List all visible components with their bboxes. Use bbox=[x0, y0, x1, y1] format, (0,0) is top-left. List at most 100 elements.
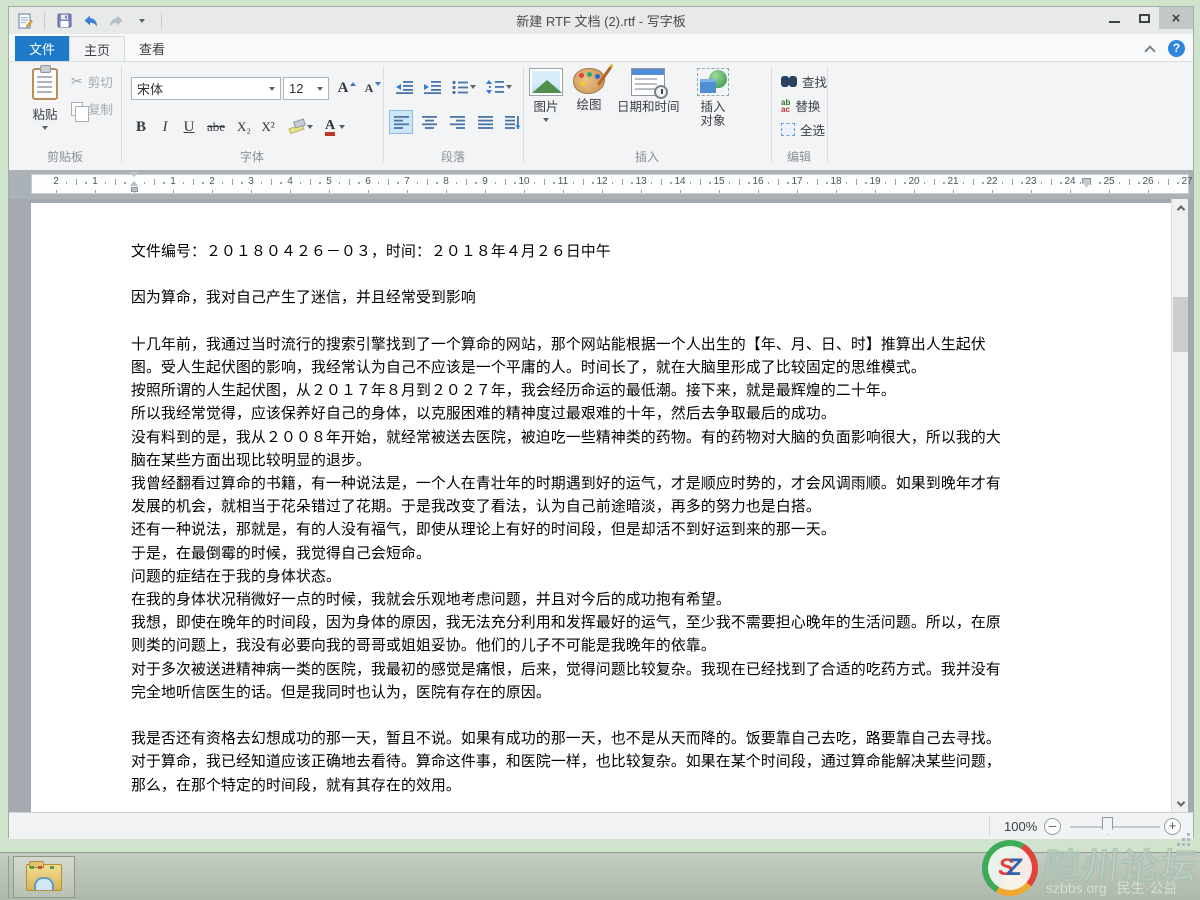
start-button-edge[interactable] bbox=[0, 856, 9, 898]
document-line[interactable]: 我想，即使在晚年的时间段，因为身体的原因，我无法充分利用和发挥最好的运气，至少我… bbox=[131, 612, 1076, 635]
font-color-icon: A bbox=[325, 119, 335, 136]
taskbar-file-explorer-button[interactable] bbox=[13, 856, 75, 898]
document-line[interactable]: 按照所谓的人生起伏图，从２０１７年８月到２０２７年，我会经历命运的最低潮。接下来… bbox=[131, 380, 1076, 403]
document-line[interactable]: 还有一种说法，那就是，有的人没有福气，即使从理论上有好的时间段，但是却活不到好运… bbox=[131, 519, 1076, 542]
zoom-out-button[interactable]: – bbox=[1044, 818, 1061, 835]
ruler-tick bbox=[1148, 190, 1149, 193]
decrease-indent-button[interactable] bbox=[393, 75, 417, 99]
document-line[interactable]: 那么，在那个特定的时间段，就有其存在的效用。 bbox=[131, 775, 1076, 798]
insert-drawing-button[interactable]: 绘图 bbox=[573, 68, 605, 112]
undo-button[interactable] bbox=[80, 11, 100, 31]
document-line[interactable]: 我是否还有资格去幻想成功的那一天，暂且不说。如果有成功的那一天，也不是从天而降的… bbox=[131, 728, 1076, 751]
subscript-button[interactable]: X₂ bbox=[233, 115, 255, 139]
document-line[interactable]: 图。受人生起伏图的影响，我经常认为自己不应该是一个平庸的人。时间长了，就在大脑里… bbox=[131, 357, 1076, 380]
ruler-tick bbox=[544, 179, 545, 185]
increase-indent-button[interactable] bbox=[421, 75, 445, 99]
copy-button[interactable]: 复制 bbox=[71, 99, 113, 118]
close-button[interactable]: × bbox=[1159, 7, 1193, 29]
left-indent-marker[interactable] bbox=[130, 172, 139, 192]
object-label-line2: 对象 bbox=[700, 114, 725, 128]
document-line[interactable]: 脑在某些方面出现比较明显的退步。 bbox=[131, 450, 1076, 473]
datetime-label: 日期和时间 bbox=[617, 100, 680, 114]
document-line[interactable] bbox=[131, 311, 1076, 334]
document-line[interactable]: 完全地听信医生的话。但是我同时也认为，医院有存在的原因。 bbox=[131, 682, 1076, 705]
shrink-font-button[interactable]: A bbox=[362, 76, 384, 100]
document-line[interactable]: 则类的问题上，我没有必要向我的哥哥或姐姐妥协。他们的儿子不可能是我晚年的依靠。 bbox=[131, 635, 1076, 658]
zoom-in-button[interactable]: + bbox=[1164, 818, 1181, 835]
document-page[interactable]: 文件编号：２０１８０４２６－０３，时间：２０１８年４月２６日中午 因为算命，我对… bbox=[31, 203, 1173, 812]
grow-font-button[interactable]: A bbox=[336, 76, 358, 100]
document-line[interactable]: 因为算命，我对自己产生了迷信，并且经常受到影响 bbox=[131, 287, 1076, 310]
bold-button[interactable]: B bbox=[131, 115, 151, 139]
select-all-button[interactable]: 全选 bbox=[781, 120, 825, 139]
insert-datetime-button[interactable]: 日期和时间 bbox=[617, 68, 680, 114]
tab-home[interactable]: 主页 bbox=[69, 36, 125, 61]
calendar-clock-icon bbox=[631, 68, 665, 96]
maximize-button[interactable] bbox=[1129, 7, 1159, 29]
document-line[interactable]: 发展的机会，就相当于花朵错过了花期。于是我改变了看法，认为自己前途暗淡，再多的努… bbox=[131, 496, 1076, 519]
group-separator bbox=[827, 66, 828, 162]
document-line[interactable]: 对于多次被送进精神病一类的医院，我最初的感觉是痛恨，后来，觉得问题比较复杂。我现… bbox=[131, 659, 1076, 682]
font-family-value: 宋体 bbox=[137, 79, 163, 98]
zoom-slider-track[interactable] bbox=[1070, 826, 1160, 828]
vertical-scrollbar[interactable] bbox=[1171, 199, 1188, 812]
highlight-color-button[interactable] bbox=[285, 115, 315, 139]
ruler-number: 3 bbox=[248, 176, 254, 187]
document-line[interactable]: 我曾经翻看过算命的书籍，有一种说法是，一个人在青壮年的时期遇到好的运气，才是顺应… bbox=[131, 473, 1076, 496]
scroll-down-icon[interactable] bbox=[1172, 795, 1189, 812]
insert-object-button[interactable]: 插入对象 bbox=[697, 68, 729, 128]
align-right-button[interactable] bbox=[445, 110, 469, 134]
collapse-ribbon-icon[interactable] bbox=[1144, 45, 1155, 56]
document-text[interactable]: 文件编号：２０１８０４２６－０３，时间：２０１８年４月２６日中午 因为算命，我对… bbox=[131, 241, 1076, 798]
font-size-combobox[interactable]: 12 bbox=[283, 77, 329, 100]
tab-view[interactable]: 查看 bbox=[125, 36, 179, 61]
document-line[interactable]: 十几年前，我通过当时流行的搜索引擎找到了一个算命的网站，那个网站能根据一个人出生… bbox=[131, 334, 1076, 357]
minimize-button[interactable] bbox=[1099, 7, 1129, 29]
tab-file[interactable]: 文件 bbox=[15, 36, 69, 61]
object-label-line1: 插入 bbox=[700, 100, 725, 114]
replace-button[interactable]: abac 替换 bbox=[781, 96, 820, 115]
paragraph-dialog-button[interactable] bbox=[501, 110, 525, 134]
document-line[interactable]: 问题的症结在于我的身体状态。 bbox=[131, 566, 1076, 589]
find-button[interactable]: 查找 bbox=[781, 72, 827, 91]
document-line[interactable] bbox=[131, 264, 1076, 287]
document-line[interactable]: 没有料到的是，我从２００８年开始，就经常被送去医院，被迫吃一些精神类的药物。有的… bbox=[131, 427, 1076, 450]
redo-button[interactable] bbox=[106, 11, 126, 31]
ruler-tick bbox=[768, 182, 770, 184]
ruler: 2112345678910111213141516171819202122232… bbox=[9, 170, 1193, 199]
line-spacing-button[interactable] bbox=[483, 75, 515, 99]
paste-button[interactable]: 粘贴 bbox=[23, 68, 67, 154]
wordpad-app-icon[interactable] bbox=[15, 11, 35, 31]
scroll-up-icon[interactable] bbox=[1172, 199, 1189, 216]
ruler-tick bbox=[1070, 190, 1071, 193]
ruler-tick bbox=[875, 190, 876, 193]
underline-button[interactable]: U bbox=[179, 115, 199, 139]
document-line[interactable]: 在我的身体状况稍微好一点的时候，我就会乐观地考虑问题，并且对今后的成功抱有希望。 bbox=[131, 589, 1076, 612]
strikethrough-button[interactable]: abe bbox=[203, 115, 229, 139]
list-button[interactable] bbox=[449, 75, 479, 99]
ruler-tick bbox=[339, 182, 341, 184]
superscript-button[interactable]: X² bbox=[257, 115, 279, 139]
ruler-tick bbox=[505, 179, 506, 185]
insert-picture-button[interactable]: 图片 bbox=[529, 68, 563, 122]
help-icon[interactable]: ? bbox=[1168, 40, 1185, 57]
ruler-tick bbox=[378, 182, 380, 184]
cut-button[interactable]: ✂ 剪切 bbox=[71, 72, 113, 91]
font-family-combobox[interactable]: 宋体 bbox=[131, 77, 281, 100]
customize-qat-dropdown[interactable] bbox=[132, 11, 152, 31]
scrollbar-thumb[interactable] bbox=[1173, 297, 1188, 352]
save-button[interactable] bbox=[54, 11, 74, 31]
document-line[interactable]: 对于算命，我已经知道应该正确地去看待。算命这件事，和医院一样，也比较复杂。如果在… bbox=[131, 751, 1076, 774]
document-line[interactable]: 所以我经常觉得，应该保养好自己的身体，以克服困难的精神度过最艰难的十年，然后去争… bbox=[131, 403, 1076, 426]
align-center-button[interactable] bbox=[417, 110, 441, 134]
document-line[interactable]: 于是，在最倒霉的时候，我觉得自己会短命。 bbox=[131, 543, 1076, 566]
italic-button[interactable]: I bbox=[155, 115, 175, 139]
font-color-button[interactable]: A bbox=[319, 115, 351, 139]
ruler-tick bbox=[680, 190, 681, 193]
align-left-button[interactable] bbox=[389, 110, 413, 134]
justify-button[interactable] bbox=[473, 110, 497, 134]
resize-grip[interactable] bbox=[1187, 833, 1190, 836]
document-line[interactable] bbox=[131, 705, 1076, 728]
zoom-slider-thumb[interactable] bbox=[1102, 817, 1113, 835]
document-line[interactable]: 文件编号：２０１８０４２６－０３，时间：２０１８年４月２６日中午 bbox=[131, 241, 1076, 264]
